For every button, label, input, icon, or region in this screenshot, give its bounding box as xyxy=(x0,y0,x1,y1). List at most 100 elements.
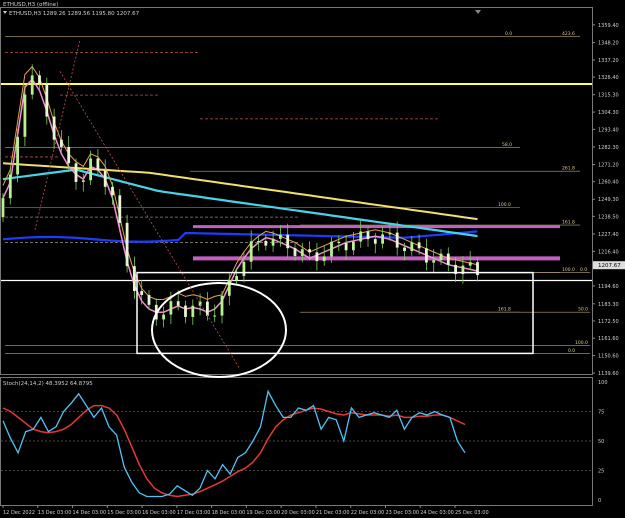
stoch-tick-label: 50 xyxy=(598,439,604,445)
fib-level-label: 100.0 xyxy=(498,202,511,208)
candle-body xyxy=(388,232,392,235)
stochastic-label: Stoch(24,14,2) 48.3952 64.8795 xyxy=(3,381,93,387)
candle-body xyxy=(352,241,355,251)
fib-level-label: 100.0 xyxy=(575,340,588,346)
fib-level-value: 423.6 xyxy=(562,31,575,37)
candle-body xyxy=(417,242,421,249)
candle-body xyxy=(45,84,49,117)
candle-body xyxy=(81,180,85,182)
candle-body xyxy=(140,291,144,295)
candle-body xyxy=(366,231,370,240)
candle-body xyxy=(147,294,151,305)
candle-body xyxy=(67,146,71,164)
price-tick-label: 1216.40 xyxy=(598,249,619,255)
price-tick-label: 1249.30 xyxy=(598,197,619,203)
fib-level-label: 161.8 xyxy=(498,307,511,313)
fib-level-label: 58.0 xyxy=(502,142,512,148)
stoch-tick-label: 75 xyxy=(598,410,604,416)
time-tick-label: 13 Dec 03:00 xyxy=(38,510,72,516)
price-tick-label: 1194.60 xyxy=(598,284,619,290)
candle-body xyxy=(439,253,443,261)
candle-body xyxy=(125,222,129,267)
price-tick-label: 1304.30 xyxy=(598,110,619,116)
candle-body xyxy=(206,301,209,316)
fib-level-label: 100.0 xyxy=(562,267,575,273)
price-tick-label: 1282.30 xyxy=(598,145,619,151)
fib-level-label: 50.0 xyxy=(578,307,588,313)
candle-body xyxy=(395,232,399,248)
fib-level-label: 0.0 xyxy=(580,267,587,273)
time-tick-label: 17 Dec 03:00 xyxy=(177,510,211,516)
time-tick-label: 25 Dec 03:00 xyxy=(455,510,489,516)
time-tick-label: 19 Dec 03:00 xyxy=(246,510,280,516)
price-tick-label: 1260.40 xyxy=(598,180,619,186)
candle-body xyxy=(111,186,114,196)
time-tick-label: 24 Dec 03:00 xyxy=(420,510,454,516)
fib-level-label: 161.8 xyxy=(562,220,575,226)
price-tick-label: 1315.30 xyxy=(598,93,619,99)
candle-body xyxy=(279,234,282,239)
candle-body xyxy=(410,242,414,252)
window-title: ETHUSD,H3 (offline) xyxy=(3,2,58,8)
candle-body xyxy=(52,116,56,140)
time-tick-label: 23 Dec 03:00 xyxy=(385,510,419,516)
candle-body xyxy=(235,276,238,281)
time-tick-label: 16 Dec 03:00 xyxy=(142,510,176,516)
candle-body xyxy=(103,170,107,187)
candle-body xyxy=(60,139,63,147)
candle-body xyxy=(1,198,5,218)
candle-body xyxy=(308,249,311,253)
time-tick-label: 14 Dec 03:00 xyxy=(73,510,107,516)
price-tick-label: 1161.60 xyxy=(598,336,619,342)
chart-canvas: ETHUSD,H3 1289.26 1289.56 1195.80 1207.6… xyxy=(0,0,625,518)
candle-body xyxy=(16,136,19,175)
candle-body xyxy=(468,262,472,266)
candle-body xyxy=(257,240,260,242)
candle-body xyxy=(315,252,319,262)
candle-body xyxy=(322,256,326,262)
price-tick-label: 1150.60 xyxy=(598,354,619,360)
price-tick-label: 1238.50 xyxy=(598,214,619,220)
candle-body xyxy=(38,75,41,85)
price-tick-label: 1172.50 xyxy=(598,319,619,325)
candle-body xyxy=(300,249,304,256)
candle-body xyxy=(184,305,187,317)
stoch-tick-label: 25 xyxy=(598,469,604,475)
candle-body xyxy=(23,94,27,137)
fib-level-label: 0.0 xyxy=(568,348,575,354)
candle-body xyxy=(432,260,436,263)
candle-body xyxy=(264,240,268,246)
candle-body xyxy=(191,305,195,317)
candle-body xyxy=(249,241,253,262)
candle-body xyxy=(133,266,136,292)
price-tick-label: 1271.20 xyxy=(598,163,619,169)
price-tick-label: 1293.40 xyxy=(598,127,619,133)
candle-body xyxy=(30,75,34,95)
price-tick-label: 1139.60 xyxy=(598,371,619,377)
stoch-tick-label: 0 xyxy=(598,498,601,504)
candle-body xyxy=(373,239,377,244)
candle-body xyxy=(344,243,348,251)
time-tick-label: 18 Dec 03:00 xyxy=(212,510,246,516)
candle-body xyxy=(425,248,428,263)
price-tick-label: 1337.20 xyxy=(598,58,619,64)
time-tick-label: 12 Dec 2022 xyxy=(3,510,35,516)
candle-body xyxy=(242,261,246,277)
chart-header: ETHUSD,H3 1289.26 1289.56 1195.80 1207.6… xyxy=(9,11,140,17)
candle-body xyxy=(403,247,406,252)
time-tick-label: 15 Dec 03:00 xyxy=(107,510,141,516)
candle-body xyxy=(213,315,217,317)
candle-body xyxy=(271,238,275,246)
time-tick-label: 22 Dec 03:00 xyxy=(351,510,385,516)
fib-level-label: 0.0 xyxy=(505,31,512,37)
candle-body xyxy=(74,163,78,182)
time-tick-label: 21 Dec 03:00 xyxy=(316,510,350,516)
time-tick-label: 20 Dec 03:00 xyxy=(281,510,315,516)
candle-body xyxy=(337,241,341,244)
candle-body xyxy=(446,253,450,265)
candle-body xyxy=(96,158,100,171)
candle-body xyxy=(162,314,165,320)
candle-body xyxy=(330,241,333,257)
price-tick-label: 1183.30 xyxy=(598,302,619,308)
candle-body xyxy=(220,295,224,316)
